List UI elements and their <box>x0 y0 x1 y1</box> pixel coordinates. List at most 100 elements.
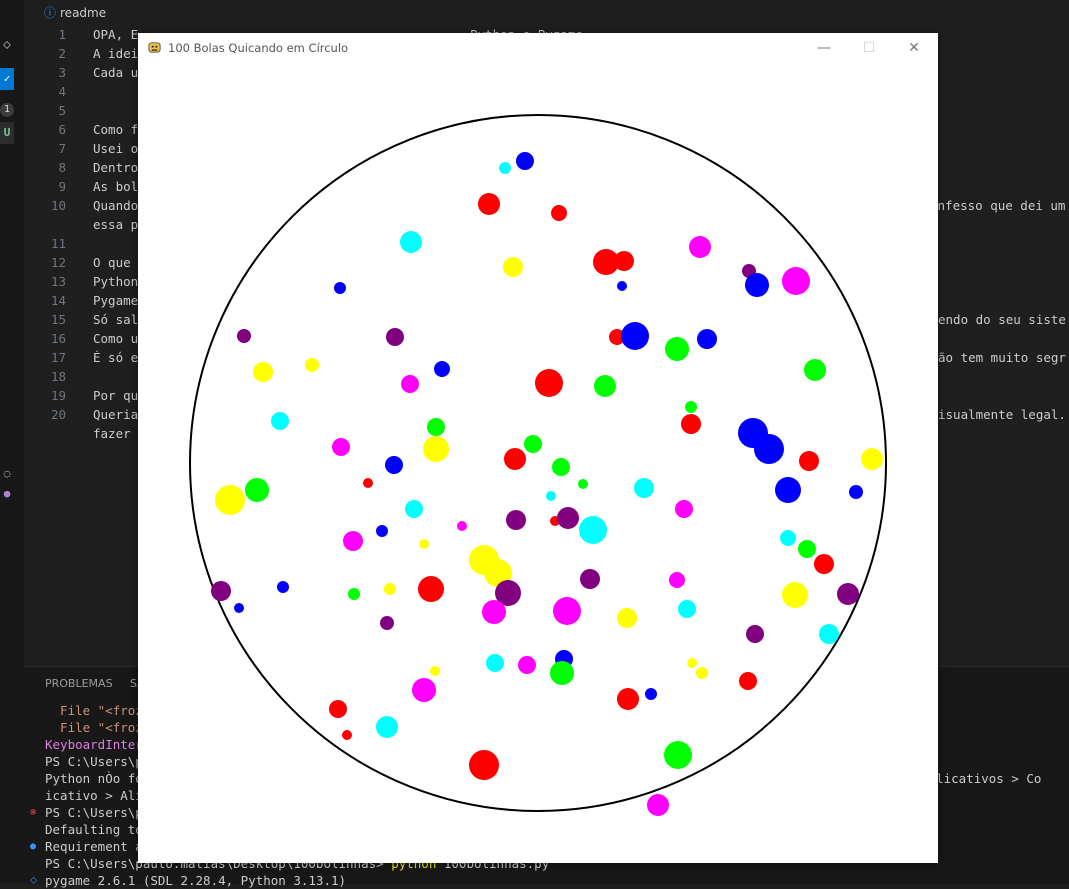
purple-ball <box>837 583 859 605</box>
info-icon: ⓘ <box>44 6 57 20</box>
terminal-text: File "<froz <box>45 703 143 718</box>
green-ball <box>524 435 542 453</box>
cyan-ball <box>579 516 607 544</box>
code-line: Queria <box>93 407 139 422</box>
notification-badge: 1 <box>0 103 14 117</box>
line-number: 5 <box>58 103 66 118</box>
yellow-ball <box>430 666 440 676</box>
blue-ball <box>277 581 289 593</box>
maximize-button[interactable]: ☐ <box>855 36 883 60</box>
terminal-marker: ⬦ <box>30 875 37 886</box>
line-number: 3 <box>58 65 66 80</box>
terminal-line: File "<froz <box>45 719 143 736</box>
yellow-ball <box>215 485 245 515</box>
blue-ball <box>697 329 717 349</box>
red-ball <box>739 672 757 690</box>
magenta-ball <box>669 572 685 588</box>
extension-icon[interactable]: ● <box>0 483 14 505</box>
line-number: 2 <box>58 46 66 61</box>
yellow-ball <box>419 539 429 549</box>
code-line: É só e <box>93 350 139 365</box>
magenta-ball <box>412 678 436 702</box>
code-line: Pygame <box>93 293 139 308</box>
yellow-ball <box>687 658 697 668</box>
cyan-ball <box>486 654 504 672</box>
source-control-icon[interactable]: ✓ <box>0 68 14 90</box>
blue-ball <box>775 477 801 503</box>
magenta-ball <box>518 656 536 674</box>
green-ball <box>552 458 570 476</box>
terminal-text: PS C:\Users\pa <box>45 754 151 769</box>
cyan-ball <box>271 412 289 430</box>
purple-ball <box>557 507 579 529</box>
line-number: 18 <box>50 369 66 384</box>
pygame-icon <box>148 42 161 53</box>
tab-problems[interactable]: PROBLEMAS <box>45 677 113 690</box>
code-line-tail: ão tem muito segr <box>938 350 1066 365</box>
terminal-line: PS C:\Users\pa <box>45 804 150 821</box>
red-ball <box>617 688 639 710</box>
yellow-ball <box>384 583 396 595</box>
cyan-ball <box>400 231 422 253</box>
blue-ball <box>745 273 769 297</box>
purple-ball <box>580 569 600 589</box>
code-line: Como u <box>93 331 139 346</box>
simulation-canvas <box>189 114 887 816</box>
red-ball <box>681 414 701 434</box>
code-line: OPA, E <box>93 27 139 42</box>
magenta-ball <box>553 597 581 625</box>
red-ball <box>418 576 444 602</box>
terminal-text: File "<froz <box>45 720 143 735</box>
green-ball <box>578 479 588 489</box>
red-ball <box>814 554 834 574</box>
editor-tab[interactable]: ⓘ readme <box>24 4 106 24</box>
activity-bar: ⬦ ✓ 1 U ◌ ● <box>0 0 24 883</box>
red-ball <box>469 750 499 780</box>
terminal-text: Python nÒo fo <box>45 771 143 786</box>
pygame-window[interactable]: 100 Bolas Quicando em Círculo — ☐ ✕ <box>138 33 938 863</box>
magenta-ball <box>675 500 693 518</box>
code-line: Dentro <box>93 160 139 175</box>
green-ball <box>798 540 816 558</box>
line-number: 4 <box>58 84 66 99</box>
close-button[interactable]: ✕ <box>900 36 928 60</box>
title-bar[interactable]: 100 Bolas Quicando em Círculo — ☐ ✕ <box>138 33 938 63</box>
account-icon[interactable]: ◌ <box>0 463 14 485</box>
code-line: essa p <box>93 217 139 232</box>
code-line: fazer <box>93 426 139 441</box>
code-line: A idei <box>93 46 139 61</box>
line-number: 11 <box>50 236 66 251</box>
green-ball <box>348 588 360 600</box>
cyan-ball <box>546 491 556 501</box>
minimize-button[interactable]: — <box>810 36 838 60</box>
line-number: 20 <box>50 407 66 422</box>
purple-ball <box>746 625 764 643</box>
red-ball <box>478 193 500 215</box>
code-line-tail: endo do seu siste <box>938 312 1066 327</box>
yellow-ball <box>503 257 523 277</box>
blue-ball <box>434 361 450 377</box>
terminal-text: Requirement a <box>45 839 143 854</box>
terminal-line: PS C:\Users\pa <box>45 753 150 770</box>
purple-ball <box>506 510 526 530</box>
magenta-ball <box>647 794 669 816</box>
green-ball <box>664 741 692 769</box>
magenta-ball <box>782 267 810 295</box>
red-ball <box>504 448 526 470</box>
blue-ball <box>516 152 534 170</box>
yellow-ball <box>782 582 808 608</box>
yellow-ball <box>696 667 708 679</box>
code-line: Por qu <box>93 388 139 403</box>
code-line: Como f <box>93 122 139 137</box>
blue-ball <box>754 434 784 464</box>
magenta-ball <box>332 438 350 456</box>
debug-icon[interactable]: ⬦ <box>0 34 14 56</box>
yellow-ball <box>253 362 273 382</box>
green-ball <box>594 375 616 397</box>
cyan-ball <box>819 624 839 644</box>
cyan-ball <box>499 162 511 174</box>
green-ball <box>245 478 269 502</box>
blue-ball <box>617 281 627 291</box>
terminal-text: PS C:\Users\pa <box>45 805 151 820</box>
green-ball <box>427 418 445 436</box>
